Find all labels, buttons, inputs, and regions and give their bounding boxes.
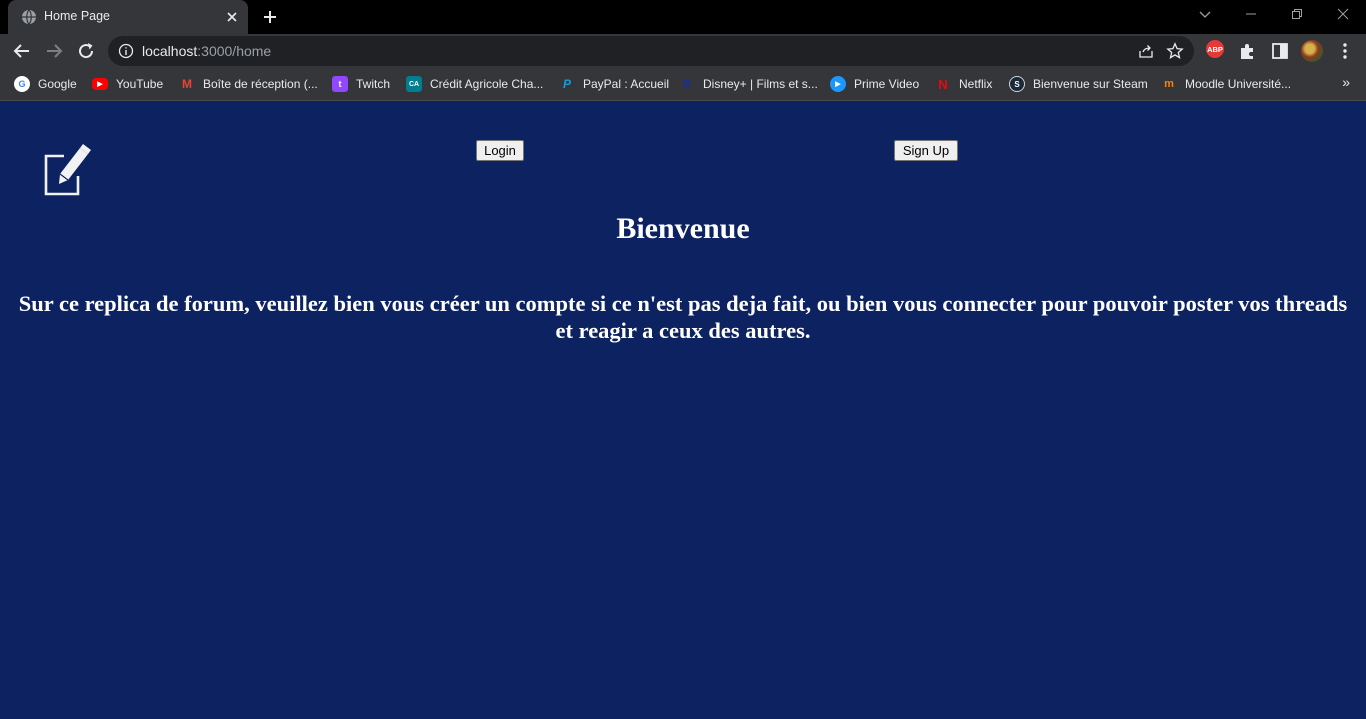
adblock-icon: ABP [1206, 40, 1224, 58]
edit-note-icon [44, 144, 91, 196]
extensions-puzzle-icon[interactable] [1237, 40, 1259, 62]
bookmarks-bar: G Google ▶ YouTube M Boîte de réception … [0, 68, 1366, 101]
page-title: Bienvenue [616, 212, 750, 245]
google-icon: G [14, 76, 30, 92]
bookmark-youtube[interactable]: ▶ YouTube [92, 75, 163, 93]
info-icon[interactable] [118, 43, 134, 59]
browser-chrome: Home Page localhost:3000/home ABP G Goog… [0, 0, 1366, 101]
credit-agricole-icon: CA [406, 76, 422, 92]
browser-tab[interactable]: Home Page [8, 0, 248, 34]
bookmark-moodle[interactable]: m Moodle Université... [1161, 75, 1291, 93]
bookmark-google[interactable]: G Google [14, 75, 77, 93]
globe-icon [22, 9, 36, 25]
bookmark-label: Netflix [959, 77, 993, 91]
forward-arrow-icon[interactable] [42, 39, 66, 63]
bookmark-label: PayPal : Accueil [583, 77, 670, 91]
tab-search-button[interactable] [1182, 0, 1228, 30]
back-arrow-icon[interactable] [10, 39, 34, 63]
restore-icon [1292, 9, 1302, 19]
more-bookmarks-icon[interactable]: » [1342, 74, 1350, 90]
bookmark-gmail[interactable]: M Boîte de réception (... [179, 75, 318, 93]
twitch-icon: t [332, 76, 348, 92]
bookmark-steam[interactable]: S Bienvenue sur Steam [1009, 75, 1148, 93]
bookmark-disney[interactable]: D Disney+ | Films et s... [679, 75, 818, 93]
adblock-extension-button[interactable]: ABP [1206, 40, 1228, 62]
bookmark-label: Boîte de réception (... [203, 77, 318, 91]
url-text: localhost:3000/home [142, 43, 271, 59]
address-bar[interactable]: localhost:3000/home [108, 36, 1194, 66]
reload-icon[interactable] [74, 39, 98, 63]
minimize-icon [1246, 13, 1256, 15]
bookmark-label: YouTube [116, 77, 164, 91]
close-icon [1337, 8, 1349, 20]
avatar-icon [1301, 40, 1323, 62]
bookmark-prime-video[interactable]: ▶ Prime Video [830, 75, 919, 93]
bookmark-label: Google [38, 77, 77, 91]
bookmark-paypal[interactable]: P PayPal : Accueil [559, 75, 669, 93]
browser-toolbar: localhost:3000/home ABP [0, 34, 1366, 68]
share-icon[interactable] [1138, 43, 1154, 59]
bookmark-netflix[interactable]: N Netflix [935, 75, 992, 93]
profile-avatar[interactable] [1301, 40, 1323, 62]
close-tab-icon[interactable] [222, 7, 242, 27]
disney-icon: D [683, 78, 691, 90]
url-path: :3000/home [197, 43, 272, 59]
gmail-icon: M [182, 77, 192, 91]
url-host: localhost [142, 43, 198, 59]
close-window-button[interactable] [1320, 0, 1366, 30]
steam-icon: S [1009, 76, 1025, 92]
bookmark-star-icon[interactable] [1166, 42, 1184, 60]
login-button[interactable]: Login [476, 140, 524, 161]
chevron-down-icon [1199, 11, 1211, 18]
netflix-icon: N [938, 76, 948, 92]
bookmark-credit-agricole[interactable]: CA Crédit Agricole Cha... [406, 75, 543, 93]
page-content: Login Sign Up Bienvenue Sur ce replica d… [0, 101, 1366, 719]
bookmark-label: Disney+ | Films et s... [703, 77, 818, 91]
bookmark-label: Twitch [356, 77, 391, 91]
prime-video-icon: ▶ [830, 76, 846, 92]
bookmark-label: Bienvenue sur Steam [1033, 77, 1148, 91]
menu-kebab-icon[interactable] [1334, 40, 1356, 62]
signup-button[interactable]: Sign Up [894, 140, 958, 161]
side-panel-icon[interactable] [1269, 40, 1291, 62]
tab-strip: Home Page [0, 0, 1366, 34]
tab-title: Home Page [44, 9, 111, 23]
moodle-icon: m [1164, 78, 1174, 90]
bookmark-twitch[interactable]: t Twitch [332, 75, 390, 93]
new-tab-icon[interactable] [258, 6, 282, 28]
welcome-message: Sur ce replica de forum, veuillez bien v… [18, 291, 1348, 343]
restore-button[interactable] [1274, 0, 1320, 30]
bookmark-label: Moodle Université... [1185, 77, 1292, 91]
youtube-icon: ▶ [92, 78, 108, 90]
bookmark-label: Crédit Agricole Cha... [430, 77, 544, 91]
paypal-icon: P [562, 77, 571, 91]
minimize-button[interactable] [1228, 0, 1274, 30]
bookmark-label: Prime Video [854, 77, 920, 91]
